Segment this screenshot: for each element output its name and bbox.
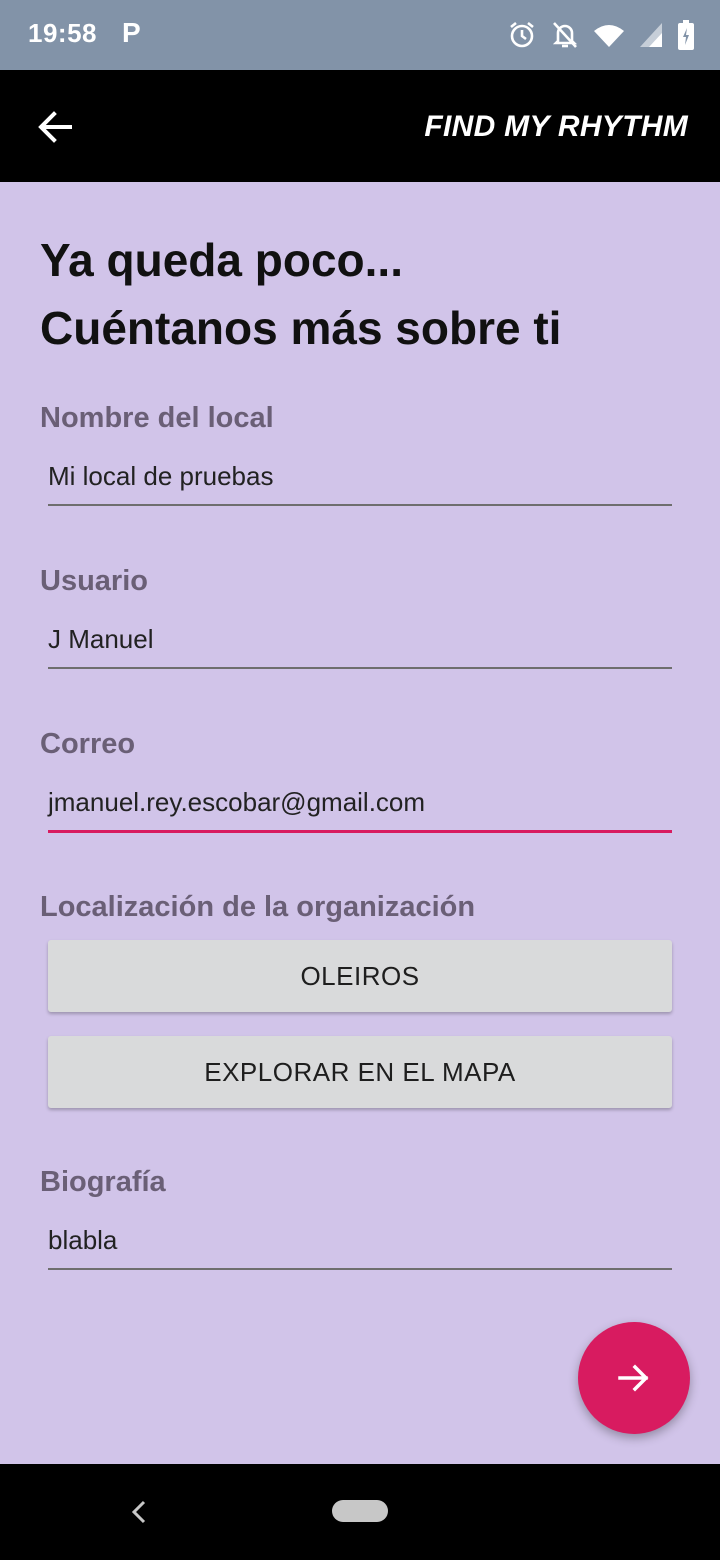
- bio-input[interactable]: blabla: [48, 1220, 672, 1270]
- arrow-right-icon: [618, 1364, 649, 1392]
- status-bar: 19:58 P: [0, 0, 720, 70]
- nav-back-icon[interactable]: [126, 1498, 152, 1526]
- heading-line-1: Ya queda poco...: [40, 234, 403, 286]
- parking-notification-icon: P: [122, 17, 141, 48]
- location-label: Localización de la organización: [40, 891, 476, 923]
- local-name-label: Nombre del local: [40, 402, 274, 434]
- explore-map-button[interactable]: EXPLORAR EN EL MAPA: [48, 1036, 672, 1108]
- alarm-icon: [510, 21, 534, 48]
- user-label: Usuario: [40, 565, 148, 597]
- status-time: 19:58: [28, 18, 97, 48]
- user-input[interactable]: J Manuel: [48, 619, 672, 669]
- location-selected-button[interactable]: OLEIROS: [48, 940, 672, 1012]
- arrow-left-icon[interactable]: [30, 102, 82, 152]
- app-title: FIND MY RHYTHM: [424, 110, 688, 143]
- next-button[interactable]: [578, 1322, 690, 1434]
- bio-label: Biografía: [40, 1166, 166, 1198]
- app-bar: FIND MY RHYTHM: [0, 70, 720, 182]
- page-heading: Ya queda poco... Cuéntanos más sobre ti: [40, 226, 561, 362]
- bell-off-icon: [552, 22, 578, 48]
- system-nav-bar: [0, 1464, 720, 1560]
- battery-icon: [678, 20, 694, 50]
- heading-line-2: Cuéntanos más sobre ti: [40, 302, 562, 354]
- email-input[interactable]: jmanuel.rey.escobar@gmail.com: [48, 782, 672, 833]
- status-icons: [508, 18, 694, 52]
- local-name-input[interactable]: Mi local de pruebas: [48, 456, 672, 506]
- email-label: Correo: [40, 728, 136, 760]
- wifi-icon: [594, 25, 624, 47]
- signal-icon: [640, 23, 662, 47]
- nav-home-pill[interactable]: [332, 1500, 388, 1522]
